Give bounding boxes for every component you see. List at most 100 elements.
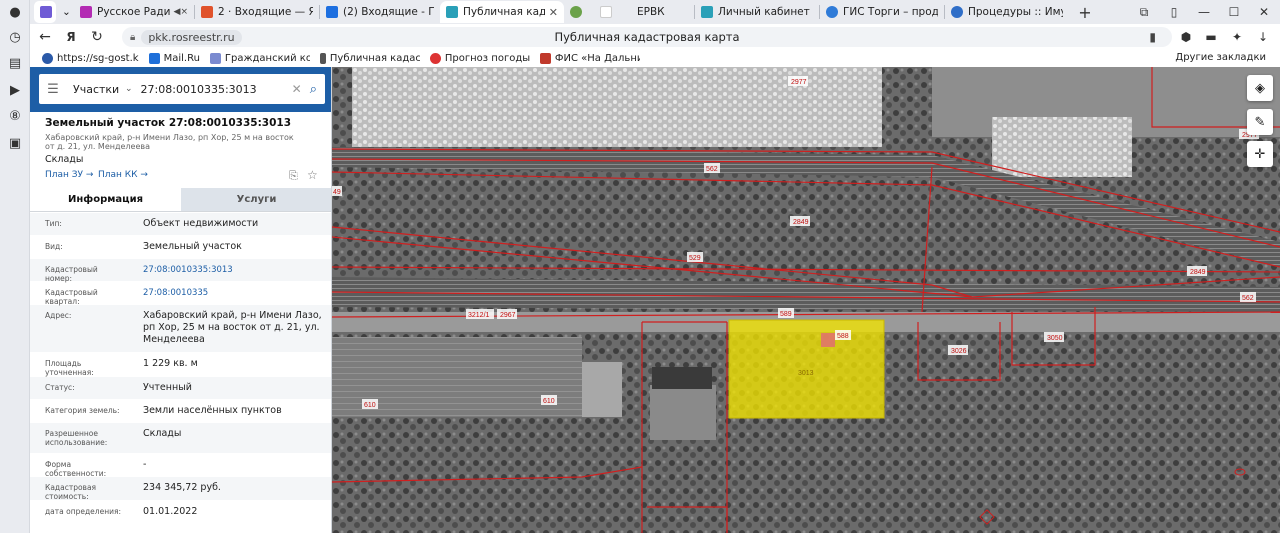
parcel-label: 49 bbox=[333, 189, 341, 196]
property-link[interactable]: 27:08:0010335:3013 bbox=[127, 259, 331, 281]
property-value: Земли населённых пунктов bbox=[143, 405, 282, 416]
locate-button[interactable]: ✛ bbox=[1247, 141, 1273, 167]
tab-mail-ru[interactable]: (2) Входящие - Почта М bbox=[320, 1, 440, 23]
mute-icon[interactable]: ◀× bbox=[174, 7, 188, 17]
ruler-icon: ✎ bbox=[1254, 114, 1266, 130]
parcel-label: 529 bbox=[689, 255, 701, 262]
tab-dropdown[interactable]: ⌄ bbox=[56, 1, 74, 23]
property-label: Адрес: bbox=[45, 311, 72, 320]
minimize-button[interactable]: — bbox=[1190, 0, 1218, 24]
bookmark-item[interactable]: Публичная кадас bbox=[319, 53, 420, 64]
fis-icon bbox=[539, 53, 551, 64]
panel-tabs: Информация Услуги bbox=[30, 188, 331, 212]
property-value: Объект недвижимости bbox=[143, 218, 259, 229]
vpn-icon[interactable]: ▬ bbox=[1202, 28, 1220, 46]
refresh-button[interactable]: ↻ bbox=[86, 26, 108, 48]
chevron-down-icon[interactable]: ⌄ bbox=[125, 84, 133, 94]
property-row: Статус: Учтенный bbox=[30, 377, 331, 400]
bookmarks-bar: https://sg-gost.k Mail.Ru Гражданский ко… bbox=[30, 50, 1280, 67]
building-shadow bbox=[652, 367, 712, 389]
tab-personal-cabinet[interactable]: Личный кабинет bbox=[695, 1, 819, 23]
tab-information[interactable]: Информация bbox=[30, 188, 181, 211]
property-label: Кадастровый квартал: bbox=[45, 288, 98, 306]
tab-audio[interactable] bbox=[34, 1, 56, 23]
search-type-select[interactable]: Участки bbox=[73, 83, 125, 96]
history-icon[interactable]: ◷ bbox=[7, 29, 23, 45]
emblem-favicon-icon bbox=[570, 6, 582, 18]
property-row: Разрешенное использование: Склады bbox=[30, 423, 331, 454]
screenshot-icon[interactable]: ▣ bbox=[7, 135, 23, 151]
property-row: Вид: Земельный участок bbox=[30, 236, 331, 259]
tab-layout-icon[interactable]: ⧉ bbox=[1130, 0, 1158, 24]
bookmark-item[interactable]: https://sg-gost.k bbox=[42, 53, 139, 64]
search-icon[interactable]: ⌕ bbox=[310, 82, 317, 97]
search-input[interactable]: 27:08:0010335:3013 bbox=[141, 83, 292, 96]
highlighted-parcel[interactable] bbox=[728, 319, 885, 419]
report-icon[interactable]: ⎘ bbox=[289, 169, 298, 183]
tab-radio[interactable]: Русское Радио — ◀× bbox=[74, 1, 194, 23]
log-stacks-east bbox=[992, 117, 1132, 177]
measure-button[interactable]: ✎ bbox=[1247, 109, 1273, 135]
parcel-label: 589 bbox=[780, 311, 792, 318]
back-button[interactable]: ← bbox=[34, 26, 56, 48]
other-bookmarks[interactable]: Другие закладки bbox=[1175, 52, 1266, 63]
tab-label: (2) Входящие - Почта М bbox=[343, 6, 434, 18]
url-field[interactable]: 🔒︎ pkk.rosreestr.ru Публичная кадастрова… bbox=[122, 27, 1172, 47]
bookmark-item[interactable]: Гражданский код bbox=[209, 53, 310, 64]
map-canvas[interactable]: 2977 2977 562 2849 529 2849 562 3212/1 2… bbox=[332, 67, 1280, 533]
browser-menu-icon[interactable]: ● bbox=[7, 4, 23, 20]
close-tab-icon[interactable]: ✕ bbox=[549, 6, 558, 19]
close-window-button[interactable]: ✕ bbox=[1250, 0, 1278, 24]
yandex-logo-icon[interactable]: Я bbox=[60, 26, 82, 48]
plan-zu-link[interactable]: План ЗУ → bbox=[45, 170, 93, 180]
tab-label: 2 · Входящие — Яндекс bbox=[218, 6, 313, 18]
address-bar: ← Я ↻ 🔒︎ pkk.rosreestr.ru Публичная када… bbox=[30, 24, 1280, 50]
search-bar[interactable]: ☰ Участки ⌄ 27:08:0010335:3013 ✕ ⌕ bbox=[39, 74, 325, 104]
parcel-label: 3050 bbox=[1047, 335, 1063, 342]
app-8-icon[interactable]: ⑧ bbox=[7, 108, 23, 124]
property-row: Кадастровый квартал: 27:08:0010335 bbox=[30, 282, 331, 306]
bookmark-label: https://sg-gost.k bbox=[57, 53, 139, 64]
tab-emblem[interactable] bbox=[564, 1, 594, 23]
layers-button[interactable]: ◈ bbox=[1247, 75, 1273, 101]
property-value: Учтенный bbox=[143, 382, 192, 393]
tab-cadastral-map[interactable]: Публичная кадастр ✕ bbox=[440, 1, 564, 23]
parcel-588[interactable] bbox=[821, 333, 835, 347]
tab-yandex-mail[interactable]: 2 · Входящие — Яндекс bbox=[195, 1, 319, 23]
extension-icon[interactable]: ⬢ bbox=[1177, 28, 1195, 46]
bookmark-icon[interactable]: ▮ bbox=[1149, 30, 1156, 44]
media-icon[interactable]: ▶ bbox=[7, 82, 23, 98]
notes-icon[interactable]: ▤ bbox=[7, 55, 23, 71]
tab-label: Процедуры :: Имущест bbox=[968, 6, 1063, 18]
bookmark-item[interactable]: Прогноз погоды bbox=[429, 53, 530, 64]
downloads-icon[interactable]: ↓ bbox=[1254, 28, 1272, 46]
tab-services[interactable]: Услуги bbox=[181, 188, 331, 211]
satellite-map[interactable]: 2977 2977 562 2849 529 2849 562 3212/1 2… bbox=[332, 67, 1280, 533]
bookmark-label: Гражданский код bbox=[224, 53, 310, 64]
bookmark-panel-icon[interactable]: ▯ bbox=[1160, 0, 1188, 24]
rosreestr-favicon-icon bbox=[446, 6, 458, 18]
clear-icon[interactable]: ✕ bbox=[292, 82, 302, 96]
property-value: 234 345,72 руб. bbox=[143, 482, 221, 493]
property-link[interactable]: 27:08:0010335 bbox=[127, 282, 331, 304]
tab-gis-torgi[interactable]: ГИС Торги – продажи г bbox=[820, 1, 944, 23]
parcel-label: 3026 bbox=[951, 348, 967, 355]
plan-kk-link[interactable]: План КК → bbox=[98, 170, 148, 180]
tab-label: Личный кабинет bbox=[718, 6, 810, 18]
bookmark-item[interactable]: ФИС «На Дальни bbox=[539, 53, 640, 64]
object-title: Земельный участок 27:08:0010335:3013 bbox=[45, 117, 292, 129]
tab-ervk[interactable]: ЕРВК bbox=[594, 1, 694, 23]
radio-favicon-icon bbox=[80, 6, 92, 18]
hamburger-menu-icon[interactable]: ☰ bbox=[39, 82, 67, 97]
new-tab-button[interactable]: + bbox=[1075, 2, 1095, 22]
globe-icon bbox=[42, 53, 53, 64]
bookmark-label: Mail.Ru bbox=[163, 53, 200, 64]
extensions-icon[interactable]: ✦ bbox=[1228, 28, 1246, 46]
mail-favicon-icon bbox=[326, 6, 338, 18]
maximize-button[interactable]: ☐ bbox=[1220, 0, 1248, 24]
property-row: Адрес: Хабаровский край, р-н Имени Лазо, … bbox=[30, 305, 331, 353]
favorite-star-icon[interactable]: ☆ bbox=[307, 168, 318, 182]
bookmark-item[interactable]: Mail.Ru bbox=[148, 53, 200, 64]
chevron-down-icon: ⌄ bbox=[62, 6, 71, 18]
tab-procedures[interactable]: Процедуры :: Имущест bbox=[945, 1, 1069, 23]
